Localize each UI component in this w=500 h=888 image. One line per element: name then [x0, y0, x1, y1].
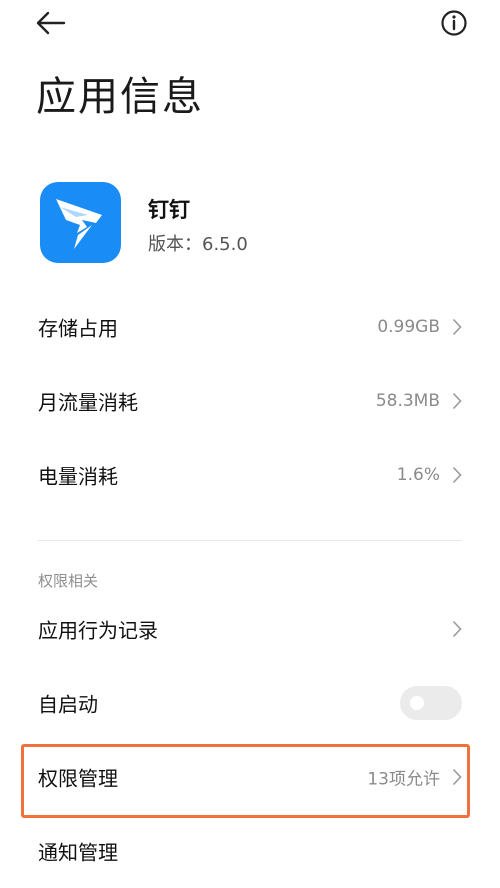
permission-management-value: 13项允许	[367, 769, 440, 790]
data-usage-label: 月流量消耗	[38, 390, 138, 415]
section-divider	[38, 540, 462, 541]
chevron-right-icon	[452, 392, 462, 410]
info-icon[interactable]	[440, 9, 468, 37]
battery-usage-label: 电量消耗	[38, 464, 118, 489]
chevron-right-icon	[452, 466, 462, 484]
app-version: 版本：6.5.0	[148, 234, 248, 255]
app-header: 钉钉 版本：6.5.0	[40, 182, 470, 264]
dingtalk-logo-icon	[40, 182, 121, 263]
permission-management-row[interactable]: 权限管理 13项允许	[0, 740, 500, 814]
app-name: 钉钉	[148, 198, 190, 222]
storage-value: 0.99GB	[377, 317, 440, 337]
app-behavior-record-row[interactable]: 应用行为记录	[0, 592, 500, 666]
page-title: 应用信息	[36, 74, 204, 120]
autostart-row: 自启动	[0, 666, 500, 740]
chevron-right-icon	[452, 768, 462, 786]
data-usage-row[interactable]: 月流量消耗 58.3MB	[0, 364, 500, 438]
permissions-section-header: 权限相关	[38, 572, 99, 590]
toggle-knob	[410, 696, 424, 710]
data-usage-value: 58.3MB	[375, 391, 440, 411]
storage-label: 存储占用	[38, 316, 118, 341]
notification-management-row[interactable]: 通知管理	[0, 814, 500, 888]
autostart-toggle[interactable]	[400, 686, 462, 720]
permission-management-label: 权限管理	[38, 766, 118, 791]
storage-row[interactable]: 存储占用 0.99GB	[0, 290, 500, 364]
app-behavior-record-label: 应用行为记录	[38, 618, 158, 643]
chevron-right-icon	[452, 318, 462, 336]
top-bar	[0, 0, 500, 48]
notification-management-label: 通知管理	[38, 840, 118, 865]
back-arrow-icon[interactable]	[34, 8, 68, 38]
battery-usage-row[interactable]: 电量消耗 1.6%	[0, 438, 500, 512]
battery-usage-value: 1.6%	[396, 465, 440, 485]
chevron-right-icon	[452, 620, 462, 638]
autostart-label: 自启动	[38, 692, 98, 717]
